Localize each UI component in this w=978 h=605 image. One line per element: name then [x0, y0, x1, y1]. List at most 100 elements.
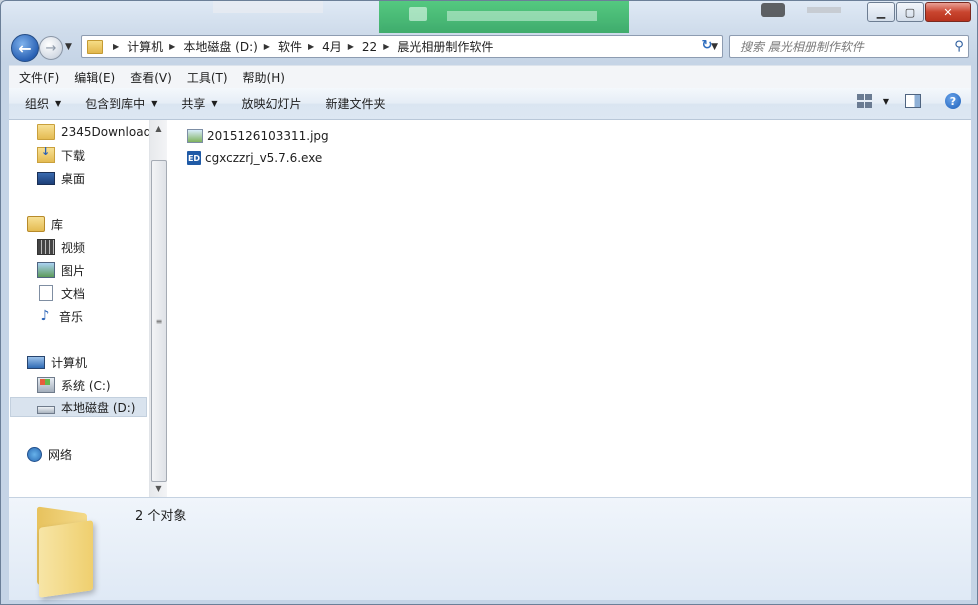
forward-button[interactable]: → [39, 36, 63, 60]
slideshow-label: 放映幻灯片 [241, 97, 302, 111]
drive-icon [37, 406, 55, 414]
address-bar-row: ← → ▼ ▶ 计算机 ▶ 本地磁盘 (D:) ▶ 软件 ▶ 4月 ▶ 22 ▶… [1, 33, 977, 63]
arrow-right-icon: → [45, 40, 57, 56]
menu-tools[interactable]: 工具(T) [182, 69, 233, 86]
document-icon [39, 285, 53, 301]
file-name: 2015126103311.jpg [207, 129, 329, 143]
nav-item-label: 图片 [61, 263, 86, 278]
minimize-button[interactable]: ▁ [867, 2, 895, 22]
share-label: 共享 [181, 97, 206, 111]
breadcrumb-separator-icon[interactable]: ▶ [308, 42, 314, 51]
menu-file[interactable]: 文件(F) [14, 69, 64, 86]
nav-item-network[interactable]: 网络 [27, 444, 72, 464]
view-options-dropdown[interactable]: ▼ [883, 97, 889, 106]
explorer-window: ▁ ▢ ✕ ← → ▼ ▶ 计算机 ▶ 本地磁盘 (D:) ▶ 软件 ▶ 4月 … [0, 0, 978, 605]
nav-item-music[interactable]: ♪ 音乐 [37, 306, 83, 326]
new-folder-label: 新建文件夹 [325, 97, 386, 111]
search-box: ⚲ [729, 35, 969, 58]
network-icon [27, 446, 42, 462]
folder-icon [37, 124, 55, 140]
background-block [213, 1, 323, 13]
search-icon[interactable]: ⚲ [950, 39, 968, 54]
breadcrumb-item[interactable]: 软件 [278, 38, 302, 55]
include-in-library-button[interactable]: 包含到库中 ▼ [77, 95, 165, 112]
nav-item-label: 系统 (C:) [61, 378, 111, 393]
menu-view[interactable]: 查看(V) [125, 69, 177, 86]
library-icon [27, 216, 45, 232]
picture-icon [37, 262, 55, 278]
breadcrumb-item[interactable]: 晨光相册制作软件 [397, 38, 493, 55]
breadcrumb-separator-icon[interactable]: ▶ [113, 42, 119, 51]
nav-item-drive-c[interactable]: 系统 (C:) [37, 375, 111, 395]
nav-item-desktop[interactable]: 桌面 [37, 168, 85, 188]
nav-item-drive-d[interactable]: 本地磁盘 (D:) [10, 397, 147, 417]
navigation-scrollbar[interactable]: ▲ ≡ ▼ [149, 120, 167, 497]
banner-icon [409, 7, 427, 21]
view-controls: ▼ ? [856, 93, 961, 109]
breadcrumb-separator-icon[interactable]: ▶ [264, 42, 270, 51]
folder-icon [87, 39, 103, 54]
breadcrumb: ▶ 计算机 ▶ 本地磁盘 (D:) ▶ 软件 ▶ 4月 ▶ 22 ▶ 晨光相册制… [107, 38, 493, 55]
breadcrumb-item[interactable]: 本地磁盘 (D:) [183, 38, 257, 55]
background-window-strip [1, 1, 977, 33]
nav-item-videos[interactable]: 视频 [37, 237, 85, 257]
nav-item-pictures[interactable]: 图片 [37, 260, 85, 280]
command-bar: 组织 ▼ 包含到库中 ▼ 共享 ▼ 放映幻灯片 新建文件夹 ▼ ? [9, 88, 971, 120]
menu-edit[interactable]: 编辑(E) [69, 69, 120, 86]
chevron-down-icon: ▼ [55, 99, 62, 108]
scroll-up-icon[interactable]: ▲ [150, 120, 167, 137]
organize-label: 组织 [25, 97, 50, 111]
nav-item-label: 计算机 [51, 355, 88, 370]
scroll-down-icon[interactable]: ▼ [150, 480, 167, 497]
nav-item-documents[interactable]: 文档 [37, 283, 85, 303]
nav-item-computer[interactable]: 计算机 [27, 352, 87, 372]
details-pane: 2 个对象 [9, 497, 971, 600]
nav-item-label: 本地磁盘 (D:) [61, 400, 136, 415]
nav-item-downloads[interactable]: 下载 [37, 145, 85, 165]
nav-item-libraries[interactable]: 库 [27, 214, 63, 234]
recent-pages-dropdown[interactable]: ▼ [65, 42, 72, 52]
breadcrumb-item[interactable]: 计算机 [127, 38, 163, 55]
nav-item-label: 音乐 [59, 309, 84, 324]
address-box[interactable]: ▶ 计算机 ▶ 本地磁盘 (D:) ▶ 软件 ▶ 4月 ▶ 22 ▶ 晨光相册制… [81, 35, 723, 58]
file-item-jpg[interactable]: 2015126103311.jpg [187, 126, 329, 146]
preview-pane-icon[interactable] [905, 94, 921, 108]
system-drive-icon [37, 377, 55, 393]
downloads-folder-icon [37, 145, 55, 163]
search-input[interactable] [738, 38, 950, 55]
breadcrumb-separator-icon[interactable]: ▶ [169, 42, 175, 51]
exe-file-icon: ED [187, 151, 201, 165]
maximize-button[interactable]: ▢ [896, 2, 924, 22]
share-button[interactable]: 共享 ▼ [173, 95, 225, 112]
breadcrumb-separator-icon[interactable]: ▶ [348, 42, 354, 51]
chevron-down-icon: ▼ [211, 99, 218, 108]
title-bar[interactable]: ▁ ▢ ✕ [1, 1, 977, 33]
minimize-icon: ▁ [876, 5, 886, 19]
nav-item-label: 库 [51, 217, 64, 232]
new-folder-button[interactable]: 新建文件夹 [318, 95, 394, 112]
refresh-button[interactable]: ↻ [696, 36, 718, 55]
breadcrumb-item[interactable]: 22 [362, 40, 377, 54]
include-in-library-label: 包含到库中 [85, 97, 146, 111]
file-item-exe[interactable]: ED cgxczzrj_v5.7.6.exe [187, 148, 322, 168]
computer-icon [27, 355, 45, 369]
folder-icon [31, 504, 111, 598]
folder-icon-front [39, 520, 93, 598]
back-button[interactable]: ← [11, 34, 39, 62]
video-icon [37, 239, 55, 255]
navigation-pane: 2345Downloads 下载 桌面 库 视频 图片 文档 ♪ 音乐 计算机 系… [9, 120, 149, 497]
menu-help[interactable]: 帮助(H) [238, 69, 290, 86]
scrollbar-thumb[interactable]: ≡ [151, 160, 167, 482]
nav-item-2345downloads[interactable]: 2345Downloads [37, 122, 149, 142]
chevron-down-icon: ▼ [151, 99, 158, 108]
breadcrumb-separator-icon[interactable]: ▶ [383, 42, 389, 51]
breadcrumb-item[interactable]: 4月 [322, 38, 342, 55]
organize-button[interactable]: 组织 ▼ [17, 95, 69, 112]
nav-item-label: 桌面 [61, 171, 86, 186]
banner-text-block [447, 11, 597, 21]
slideshow-button[interactable]: 放映幻灯片 [234, 95, 310, 112]
arrow-left-icon: ← [18, 38, 32, 58]
view-options-icon[interactable] [856, 94, 873, 108]
close-button[interactable]: ✕ [925, 2, 971, 22]
help-icon[interactable]: ? [945, 93, 961, 109]
